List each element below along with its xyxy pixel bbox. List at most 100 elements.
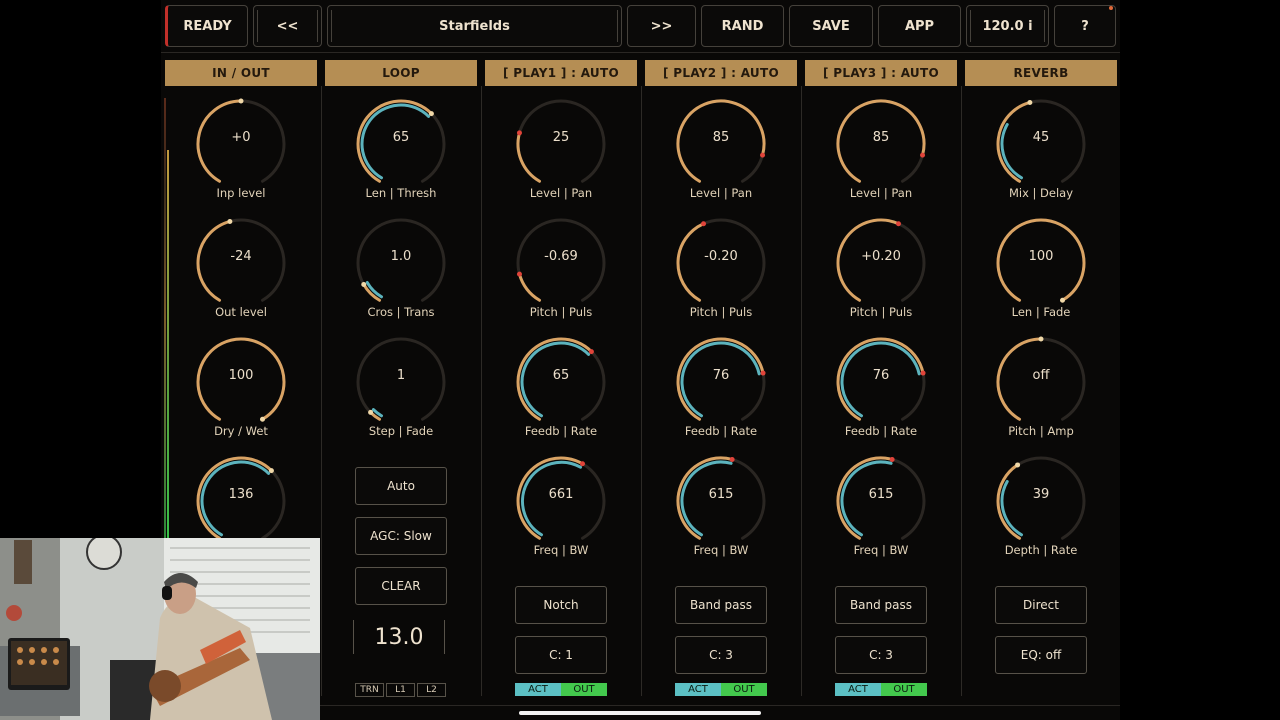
save-button[interactable]: SAVE: [789, 5, 873, 47]
ready-label: READY: [183, 18, 232, 34]
out-toggle[interactable]: OUT: [881, 683, 927, 696]
knob-value: 85: [872, 130, 890, 145]
knob[interactable]: -24 Out level: [191, 213, 291, 323]
knob-label: Cros | Trans: [367, 305, 435, 319]
module-button[interactable]: Band pass: [675, 586, 767, 624]
knob-label: Pitch | Amp: [1008, 424, 1074, 438]
input-level-meter: [164, 98, 166, 538]
knob-label: Depth | Rate: [1004, 543, 1078, 557]
knob-value: 39: [1032, 487, 1050, 502]
status-dot: [1109, 6, 1113, 10]
app-label: APP: [904, 18, 935, 34]
knob[interactable]: 25 Level | Pan: [511, 94, 611, 204]
out-toggle[interactable]: OUT: [561, 683, 607, 696]
knob[interactable]: -0.20 Pitch | Puls: [671, 213, 771, 323]
module-button[interactable]: AGC: Slow: [355, 517, 447, 555]
previous-label: <<: [276, 18, 299, 34]
module-button[interactable]: C: 3: [835, 636, 927, 674]
save-label: SAVE: [812, 18, 850, 34]
module-button[interactable]: C: 3: [675, 636, 767, 674]
act-toggle[interactable]: ACT: [675, 683, 721, 696]
knob[interactable]: 1.0 Cros | Trans: [351, 213, 451, 323]
track-button[interactable]: L1: [386, 683, 415, 697]
knob-label: Level | Pan: [849, 186, 913, 200]
knob[interactable]: 76 Feedb | Rate: [671, 332, 771, 442]
module-button[interactable]: Auto: [355, 467, 447, 505]
knob-label: Pitch | Puls: [849, 305, 913, 319]
knob[interactable]: 65 Len | Thresh: [351, 94, 451, 204]
knob[interactable]: 1 Step | Fade: [351, 332, 451, 442]
act-out-indicator: ACT OUT: [675, 683, 767, 696]
knob-value: 85: [712, 130, 730, 145]
knob-value: 65: [392, 130, 410, 145]
previous-preset-button[interactable]: <<: [253, 5, 322, 47]
knob-label: Mix | Delay: [1008, 186, 1074, 200]
act-out-indicator: ACT OUT: [515, 683, 607, 696]
knob-label: Len | Thresh: [365, 186, 437, 200]
knob-label: Feedb | Rate: [684, 424, 758, 438]
knob[interactable]: off Pitch | Amp: [991, 332, 1091, 442]
act-toggle[interactable]: ACT: [515, 683, 561, 696]
module-button[interactable]: C: 1: [515, 636, 607, 674]
random-label: RAND: [721, 18, 764, 34]
knob-label: Pitch | Puls: [529, 305, 593, 319]
tempo-button[interactable]: 120.0 i: [966, 5, 1049, 47]
knob-value: 25: [552, 130, 570, 145]
knob[interactable]: 615 Freq | BW: [831, 451, 931, 561]
knob-value: 661: [548, 487, 574, 502]
column-divider: [481, 86, 482, 696]
next-label: >>: [650, 18, 673, 34]
section-header-0[interactable]: IN / OUT: [165, 60, 317, 86]
knob[interactable]: 100 Dry / Wet: [191, 332, 291, 442]
preset-name-display[interactable]: Starfields: [327, 5, 622, 47]
knob[interactable]: 45 Mix | Delay: [991, 94, 1091, 204]
knob-label: Freq | BW: [853, 543, 909, 557]
module-button[interactable]: Direct: [995, 586, 1087, 624]
knob[interactable]: +0.20 Pitch | Puls: [831, 213, 931, 323]
app-button[interactable]: APP: [878, 5, 961, 47]
knob-value: 136: [228, 487, 254, 502]
act-toggle[interactable]: ACT: [835, 683, 881, 696]
knob-label: Out level: [215, 305, 267, 319]
section-header-5[interactable]: REVERB: [965, 60, 1117, 86]
out-toggle[interactable]: OUT: [721, 683, 767, 696]
knob[interactable]: 85 Level | Pan: [831, 94, 931, 204]
help-button[interactable]: ?: [1054, 5, 1116, 47]
knob[interactable]: +0 Inp level: [191, 94, 291, 204]
knob[interactable]: 100 Len | Fade: [991, 213, 1091, 323]
knob-value: 615: [868, 487, 894, 502]
section-header-4[interactable]: [ PLAY3 ] : AUTO: [805, 60, 957, 86]
column-divider: [321, 86, 322, 696]
tempo-label: 120.0 i: [982, 18, 1033, 34]
preset-name: Starfields: [439, 18, 510, 34]
knob[interactable]: 661 Freq | BW: [511, 451, 611, 561]
knob[interactable]: 76 Feedb | Rate: [831, 332, 931, 442]
knob-label: Pitch | Puls: [689, 305, 753, 319]
module-button[interactable]: EQ: off: [995, 636, 1087, 674]
module-button[interactable]: Notch: [515, 586, 607, 624]
knob[interactable]: 615 Freq | BW: [671, 451, 771, 561]
section-header-1[interactable]: LOOP: [325, 60, 477, 86]
track-button[interactable]: TRN: [355, 683, 384, 697]
module-button[interactable]: Band pass: [835, 586, 927, 624]
knob-label: Len | Fade: [1011, 305, 1071, 319]
module-button[interactable]: CLEAR: [355, 567, 447, 605]
track-button[interactable]: L2: [417, 683, 446, 697]
ready-button[interactable]: READY: [165, 5, 248, 47]
next-preset-button[interactable]: >>: [627, 5, 696, 47]
knob-label: Feedb | Rate: [524, 424, 598, 438]
section-header-3[interactable]: [ PLAY2 ] : AUTO: [645, 60, 797, 86]
knob[interactable]: 39 Depth | Rate: [991, 451, 1091, 561]
knob[interactable]: 65 Feedb | Rate: [511, 332, 611, 442]
output-level-meter: [167, 150, 169, 538]
knob-label: Level | Pan: [689, 186, 753, 200]
knob-label: Freq | BW: [693, 543, 749, 557]
webcam-overlay: [0, 538, 320, 720]
knob-value: 45: [1032, 130, 1050, 145]
column-divider: [961, 86, 962, 696]
random-button[interactable]: RAND: [701, 5, 784, 47]
knob-label: Level | Pan: [529, 186, 593, 200]
section-header-2[interactable]: [ PLAY1 ] : AUTO: [485, 60, 637, 86]
knob[interactable]: 85 Level | Pan: [671, 94, 771, 204]
knob[interactable]: -0.69 Pitch | Puls: [511, 213, 611, 323]
